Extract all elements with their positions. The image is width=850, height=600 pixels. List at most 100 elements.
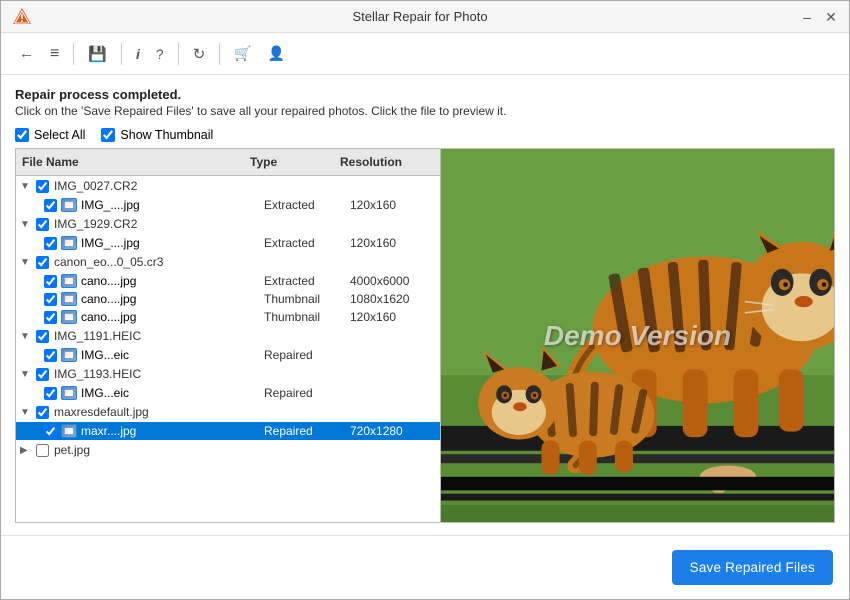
show-thumbnail-label[interactable]: Show Thumbnail	[101, 128, 213, 142]
account-button[interactable]: 👤	[262, 41, 291, 66]
file-checkbox[interactable]	[44, 387, 57, 400]
group-name: maxresdefault.jpg	[54, 405, 149, 419]
select-all-checkbox[interactable]	[15, 128, 29, 142]
file-list-panel: File Name Type Resolution ▼ IMG_0027.CR2…	[16, 149, 441, 522]
cart-icon: 🛒	[234, 45, 251, 62]
file-row[interactable]: IMG_....jpg Extracted 120x160	[16, 234, 440, 252]
group-row[interactable]: ▼ maxresdefault.jpg	[16, 402, 440, 422]
file-name-cell: IMG...eic	[16, 348, 260, 362]
file-name-cell: IMG_....jpg	[16, 236, 260, 250]
thumbnail-icon	[64, 201, 74, 209]
chevron-icon: ▼	[20, 257, 32, 268]
file-resolution: 720x1280	[350, 424, 440, 438]
file-list-body[interactable]: ▼ IMG_0027.CR2 IMG_....jpg Extracted 120…	[16, 176, 440, 522]
file-checkbox[interactable]	[44, 311, 57, 324]
file-checkbox[interactable]	[44, 349, 57, 362]
info-button[interactable]: i	[130, 42, 146, 66]
file-name-text: maxr....jpg	[81, 424, 136, 438]
select-all-label[interactable]: Select All	[15, 128, 85, 142]
content-area: Repair process completed. Click on the '…	[1, 75, 849, 535]
file-icon	[61, 424, 77, 438]
file-row[interactable]: cano....jpg Thumbnail 1080x1620	[16, 290, 440, 308]
file-resolution: 4000x6000	[350, 274, 440, 288]
file-name-cell: maxr....jpg	[16, 424, 260, 438]
group-name: IMG_1929.CR2	[54, 217, 137, 231]
file-checkbox[interactable]	[44, 237, 57, 250]
close-button[interactable]: ✕	[823, 9, 839, 25]
header-filename: File Name	[16, 153, 244, 171]
cart-button[interactable]: 🛒	[228, 41, 257, 66]
account-icon: 👤	[268, 45, 285, 62]
thumbnail-icon	[64, 277, 74, 285]
show-thumbnail-checkbox[interactable]	[101, 128, 115, 142]
toolbar: ← ≡ 💾 i ? ↻ 🛒 👤	[1, 33, 849, 75]
chevron-icon: ▼	[20, 407, 32, 418]
group-row[interactable]: ▼ IMG_1191.HEIC	[16, 326, 440, 346]
options-bar: Select All Show Thumbnail	[15, 128, 835, 142]
file-row[interactable]: cano....jpg Extracted 4000x6000	[16, 272, 440, 290]
file-icon	[61, 348, 77, 362]
save-repaired-files-button[interactable]: Save Repaired Files	[672, 550, 833, 585]
file-row[interactable]: IMG_....jpg Extracted 120x160	[16, 196, 440, 214]
group-row[interactable]: ▼ IMG_1193.HEIC	[16, 364, 440, 384]
chevron-icon: ▼	[20, 181, 32, 192]
menu-button[interactable]: ≡	[44, 41, 65, 67]
select-all-text: Select All	[34, 128, 85, 142]
group-row[interactable]: ▶ pet.jpg	[16, 440, 440, 460]
save-icon: 💾	[88, 45, 107, 63]
file-row[interactable]: maxr....jpg Repaired 720x1280	[16, 422, 440, 440]
help-icon: ?	[156, 46, 164, 62]
file-row[interactable]: IMG...eic Repaired	[16, 384, 440, 402]
file-name-cell: IMG_....jpg	[16, 198, 260, 212]
thumbnail-icon	[64, 295, 74, 303]
file-checkbox[interactable]	[44, 293, 57, 306]
help-button[interactable]: ?	[150, 42, 170, 66]
title-bar: Stellar Repair for Photo – ✕	[1, 1, 849, 33]
separator-1	[73, 43, 74, 65]
file-row[interactable]: cano....jpg Thumbnail 120x160	[16, 308, 440, 326]
file-icon	[61, 386, 77, 400]
group-name: canon_eo...0_05.cr3	[54, 255, 163, 269]
file-name-text: IMG_....jpg	[81, 198, 140, 212]
file-name-cell: cano....jpg	[16, 310, 260, 324]
group-checkbox[interactable]	[36, 368, 49, 381]
app-logo	[11, 6, 33, 28]
file-name-cell: cano....jpg	[16, 292, 260, 306]
file-row[interactable]: IMG...eic Repaired	[16, 346, 440, 364]
file-type: Repaired	[260, 386, 350, 400]
status-bold: Repair process completed.	[15, 87, 835, 102]
bottom-bar: Save Repaired Files	[1, 535, 849, 599]
back-button[interactable]: ←	[13, 41, 40, 66]
group-row[interactable]: ▼ IMG_0027.CR2	[16, 176, 440, 196]
file-name-text: cano....jpg	[81, 310, 136, 324]
group-name: IMG_1191.HEIC	[54, 329, 141, 343]
file-list-header: File Name Type Resolution	[16, 149, 440, 176]
file-resolution: 1080x1620	[350, 292, 440, 306]
group-checkbox[interactable]	[36, 218, 49, 231]
group-checkbox[interactable]	[36, 406, 49, 419]
back-icon: ←	[19, 45, 34, 62]
group-checkbox[interactable]	[36, 256, 49, 269]
file-checkbox[interactable]	[44, 275, 57, 288]
group-row[interactable]: ▼ canon_eo...0_05.cr3	[16, 252, 440, 272]
refresh-button[interactable]: ↻	[187, 41, 212, 67]
group-checkbox[interactable]	[36, 330, 49, 343]
chevron-icon: ▼	[20, 331, 32, 342]
show-thumbnail-text: Show Thumbnail	[120, 128, 213, 142]
group-checkbox[interactable]	[36, 180, 49, 193]
file-name-text: cano....jpg	[81, 292, 136, 306]
file-name-text: IMG...eic	[81, 348, 129, 362]
file-checkbox[interactable]	[44, 199, 57, 212]
file-checkbox[interactable]	[44, 425, 57, 438]
file-type: Extracted	[260, 198, 350, 212]
header-type: Type	[244, 153, 334, 171]
separator-2	[121, 43, 122, 65]
chevron-icon: ▶	[20, 445, 32, 456]
file-icon	[61, 274, 77, 288]
save-toolbar-button[interactable]: 💾	[82, 41, 113, 67]
group-name: IMG_0027.CR2	[54, 179, 137, 193]
group-row[interactable]: ▼ IMG_1929.CR2	[16, 214, 440, 234]
minimize-button[interactable]: –	[799, 9, 815, 25]
header-resolution: Resolution	[334, 153, 424, 171]
group-checkbox[interactable]	[36, 444, 49, 457]
